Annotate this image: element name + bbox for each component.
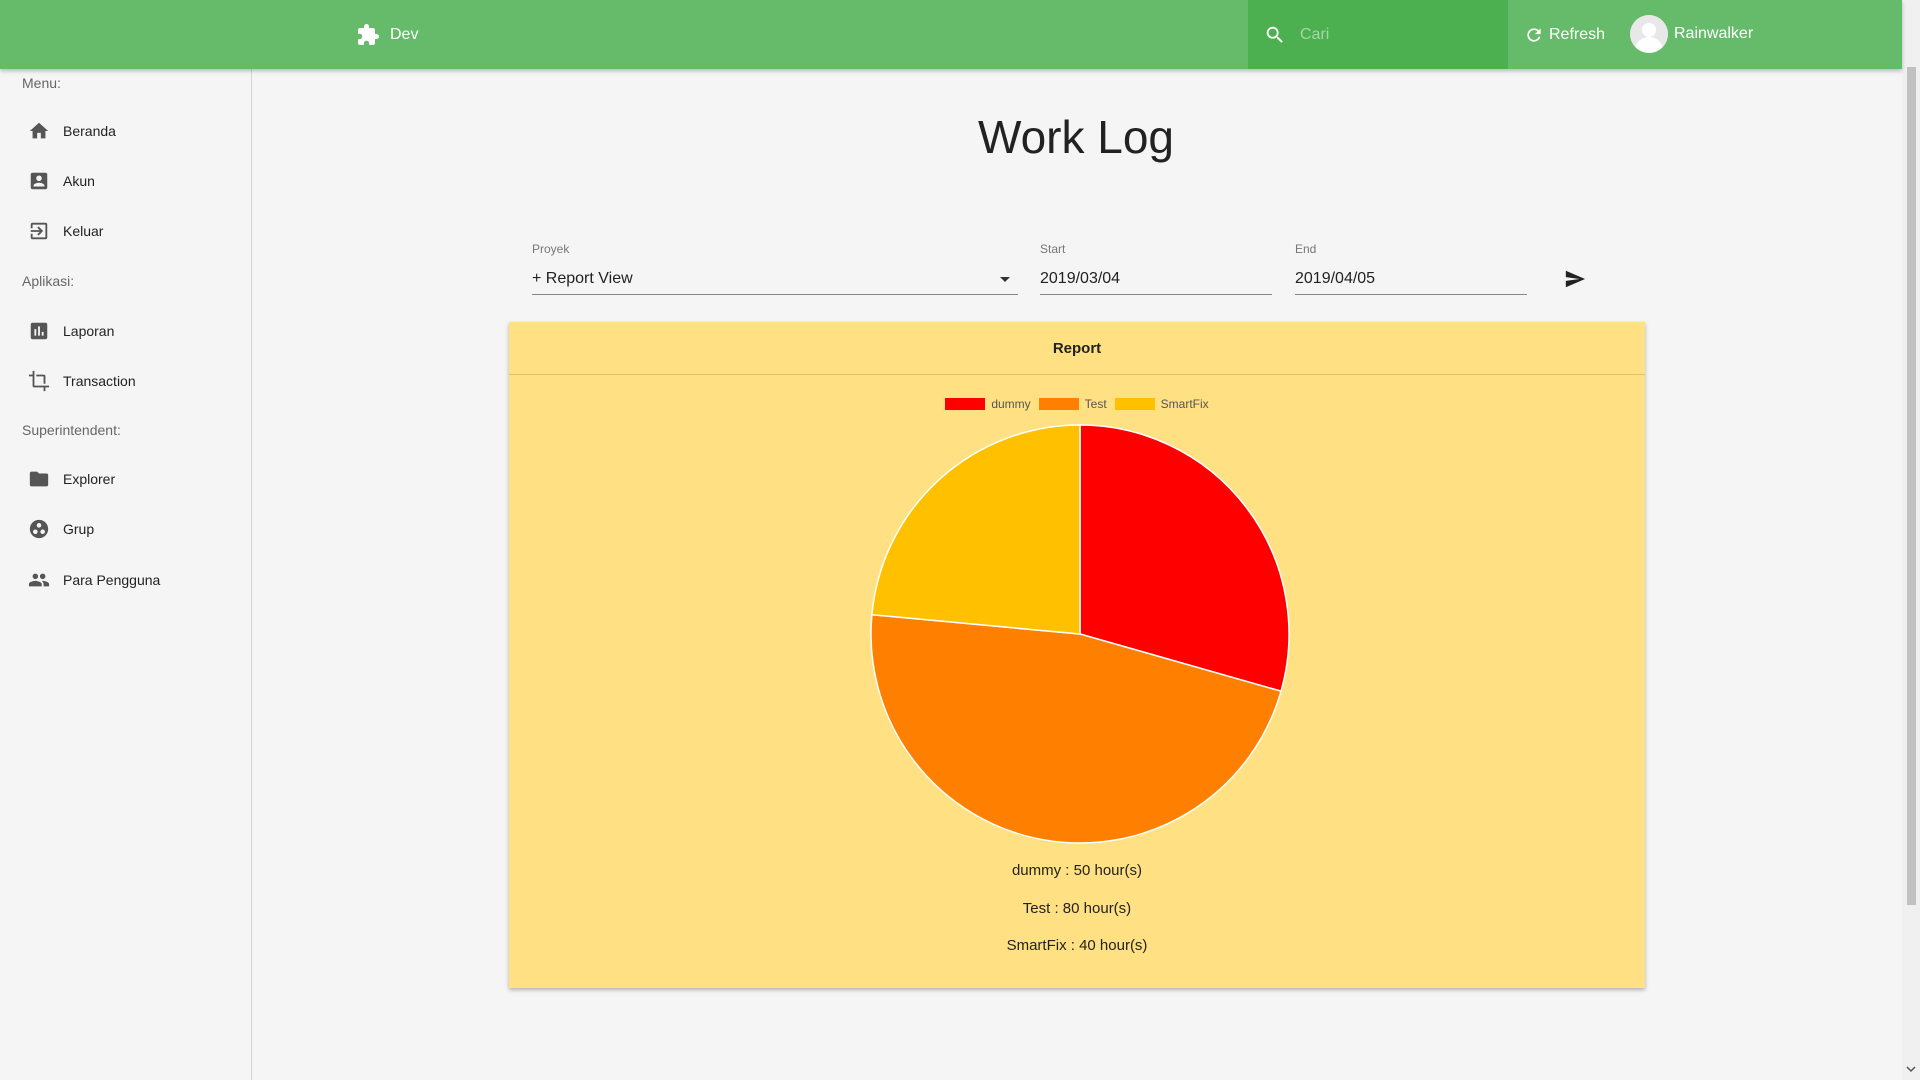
end-label: End xyxy=(1295,242,1317,256)
sidebar-item-explorer[interactable]: Explorer xyxy=(0,457,251,501)
group-work-icon xyxy=(28,518,50,540)
sidebar-section-menu: Menu: xyxy=(22,75,61,91)
sidebar-section-aplikasi: Aplikasi: xyxy=(22,273,75,289)
home-icon xyxy=(28,120,50,142)
refresh-button[interactable]: Refresh xyxy=(1524,22,1605,48)
sidebar-item-label: Explorer xyxy=(63,471,116,487)
sidebar-item-beranda[interactable]: Beranda xyxy=(0,109,251,153)
project-select[interactable]: Proyek + Report View xyxy=(532,242,1018,295)
bar-chart-icon xyxy=(28,320,50,342)
summary-smartfix: SmartFix : 40 hour(s) xyxy=(1006,937,1148,954)
sidebar-item-laporan[interactable]: Laporan xyxy=(0,309,251,353)
app-name: Dev xyxy=(390,26,419,43)
end-value: 2019/04/05 xyxy=(1295,270,1376,287)
sidebar-item-akun[interactable]: Akun xyxy=(0,159,251,203)
start-label: Start xyxy=(1040,242,1066,256)
search-input[interactable] xyxy=(1298,24,1492,45)
app-brand[interactable]: Dev xyxy=(356,22,418,48)
dropdown-arrow-icon xyxy=(1000,277,1010,282)
user-menu[interactable]: Rainwalker xyxy=(1630,14,1753,54)
sidebar-item-label: Grup xyxy=(63,521,95,537)
sidebar-item-grup[interactable]: Grup xyxy=(0,507,251,551)
summary-test: Test : 80 hour(s) xyxy=(1022,900,1132,917)
project-label: Proyek xyxy=(532,242,570,256)
account-box-icon xyxy=(28,170,50,192)
refresh-icon xyxy=(1527,28,1541,42)
crop-icon xyxy=(28,370,50,392)
people-icon xyxy=(28,569,50,591)
sidebar-item-para-pengguna[interactable]: Para Pengguna xyxy=(0,558,251,602)
pie-slice-smartfix[interactable] xyxy=(871,424,1081,635)
puzzle-icon xyxy=(358,24,379,45)
project-value: + Report View xyxy=(532,270,633,287)
search-icon xyxy=(1266,26,1283,43)
sidebar-item-label: Transaction xyxy=(63,373,136,389)
scroll-down-arrow-icon[interactable] xyxy=(1906,1064,1916,1074)
send-icon xyxy=(1565,270,1586,288)
submit-button[interactable] xyxy=(1562,268,1592,294)
sidebar-item-label: Laporan xyxy=(63,323,115,339)
folder-icon xyxy=(28,468,50,490)
sidebar-item-label: Akun xyxy=(63,173,95,189)
scrollbar[interactable] xyxy=(1902,0,1920,1080)
page-title: Work Log xyxy=(977,111,1175,163)
summary-dummy: dummy : 50 hour(s) xyxy=(1011,862,1143,879)
user-name: Rainwalker xyxy=(1674,25,1754,42)
scrollbar-thumb[interactable] xyxy=(1907,67,1916,905)
refresh-label: Refresh xyxy=(1549,26,1606,43)
report-card: Report dummy Test SmartFix dummy : 50 hour… xyxy=(509,322,1645,988)
top-app-bar: Dev Refresh Rainwalker xyxy=(0,0,1902,69)
sidebar-item-label: Keluar xyxy=(63,223,104,239)
start-date-field[interactable]: Start 2019/03/04 xyxy=(1040,242,1272,295)
search-box xyxy=(1248,0,1508,69)
sidebar-item-label: Beranda xyxy=(63,123,116,139)
start-value: 2019/03/04 xyxy=(1040,270,1121,287)
sidebar-section-superintendent: Superintendent: xyxy=(22,422,121,438)
sidebar-item-keluar[interactable]: Keluar xyxy=(0,209,251,253)
exit-icon xyxy=(28,220,50,242)
avatar xyxy=(1630,15,1668,53)
sidebar-item-label: Para Pengguna xyxy=(63,572,161,588)
sidebar-item-transaction[interactable]: Transaction xyxy=(0,359,251,403)
end-date-field[interactable]: End 2019/04/05 xyxy=(1295,242,1527,295)
pie-chart xyxy=(870,424,1290,844)
user-avatar-icon xyxy=(1630,15,1668,53)
sidebar: Menu: Beranda Akun Keluar Aplikasi: Lapo… xyxy=(0,69,252,1080)
